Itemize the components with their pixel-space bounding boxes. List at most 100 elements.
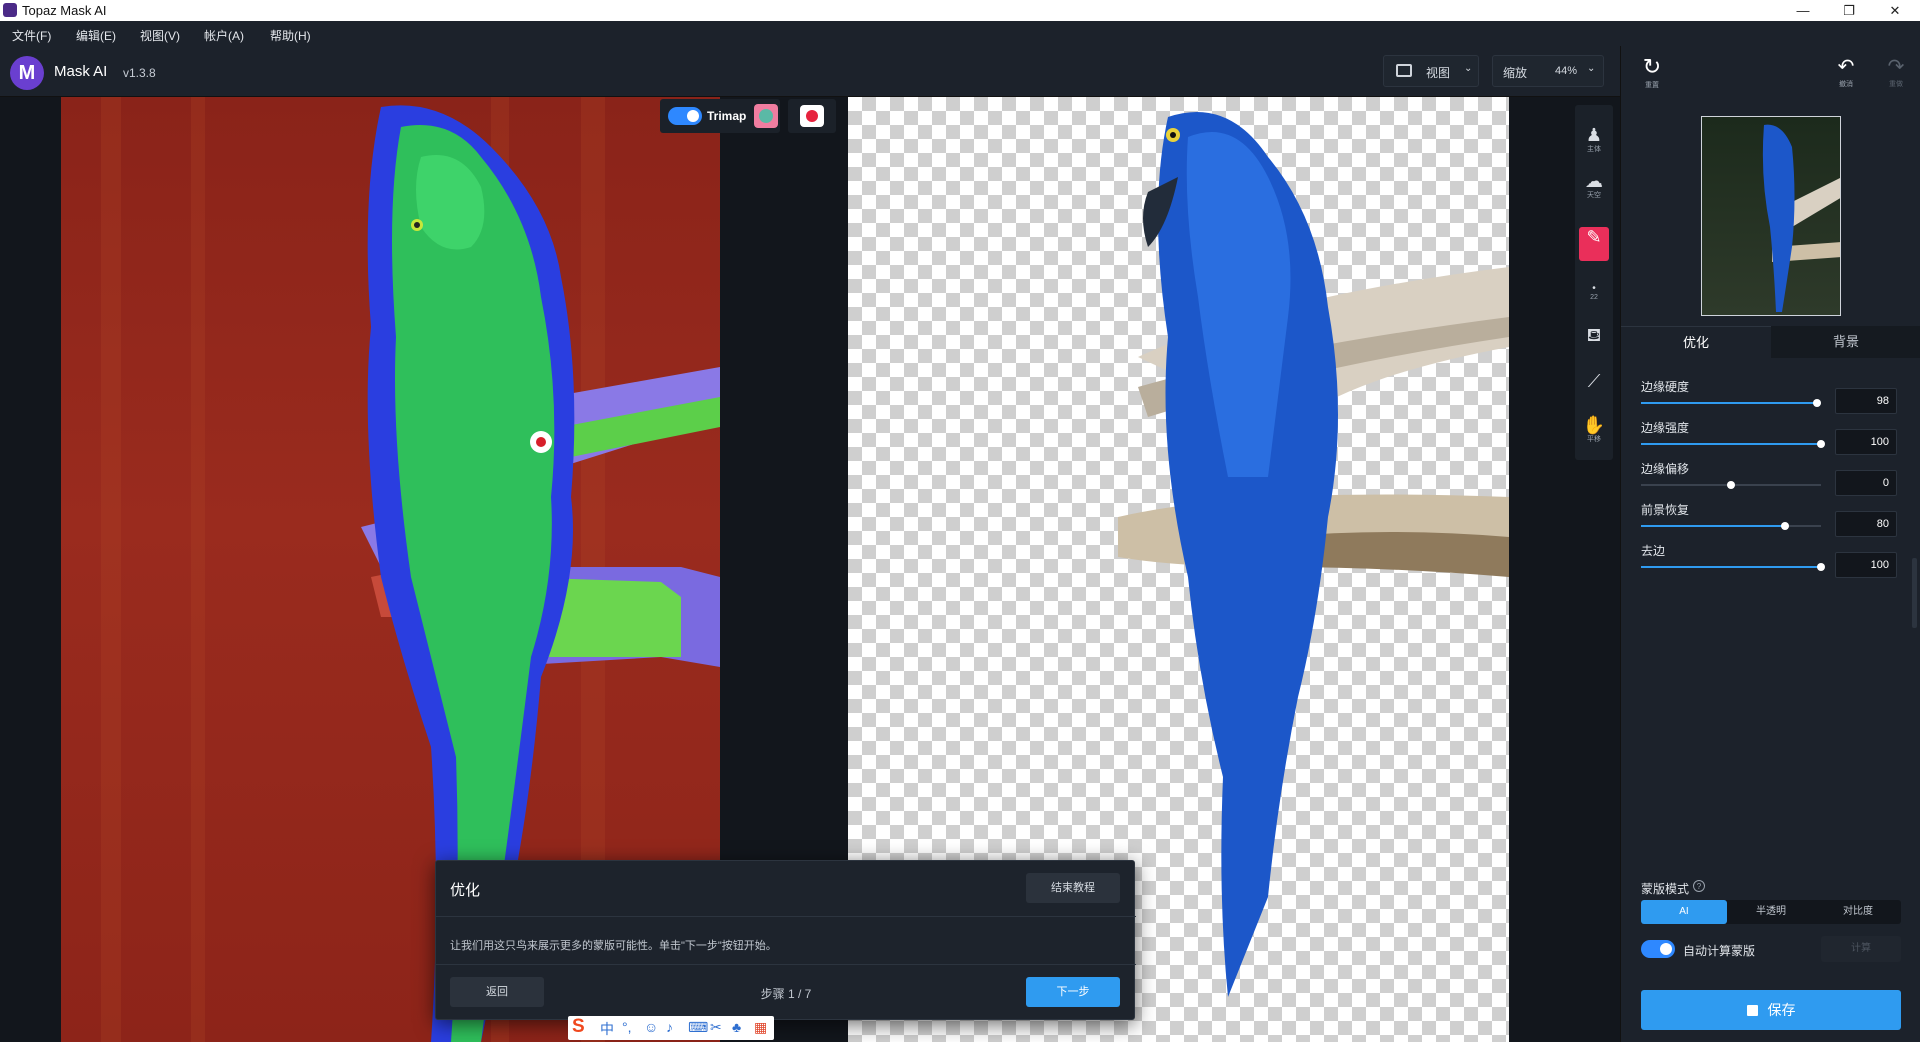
- slider-value-input[interactable]: 80: [1835, 511, 1897, 537]
- slider-value-input[interactable]: 98: [1835, 388, 1897, 414]
- zoom-value: 44%: [1555, 65, 1578, 77]
- minimize-button[interactable]: —: [1780, 1, 1826, 20]
- slider-fill: [1641, 402, 1818, 404]
- slider-knob[interactable]: [1781, 522, 1789, 530]
- slider-foreground-recovery[interactable]: 前景恢复 80: [1641, 501, 1911, 539]
- slider-fill: [1641, 484, 1731, 486]
- tutorial-divider: [436, 916, 1136, 917]
- eyedropper-icon: ⟋: [1587, 371, 1601, 391]
- next-button[interactable]: 下一步: [1026, 977, 1120, 1007]
- slider-track[interactable]: [1641, 522, 1821, 530]
- slider-defringe[interactable]: 去边 100: [1641, 542, 1911, 580]
- panel-tabs: 优化 背景: [1621, 326, 1920, 358]
- tool-sky[interactable]: ☁ 天空: [1579, 171, 1609, 209]
- slider-knob[interactable]: [1817, 563, 1825, 571]
- slider-fill: [1641, 525, 1785, 527]
- slider-value-input[interactable]: 100: [1835, 552, 1897, 578]
- pan-hand-icon: ✋: [1582, 415, 1606, 435]
- menu-edit[interactable]: 编辑(E): [76, 27, 116, 44]
- reset-button[interactable]: ↻ 重置: [1637, 54, 1667, 94]
- maximize-button[interactable]: ❐: [1826, 1, 1872, 20]
- save-button[interactable]: 保存: [1641, 990, 1901, 1030]
- slider-track[interactable]: [1641, 399, 1822, 407]
- menu-view[interactable]: 视图(V): [140, 27, 180, 44]
- view-dropdown[interactable]: 视图 ⌄: [1383, 55, 1479, 87]
- tool-eyedropper[interactable]: ⟋: [1579, 371, 1609, 409]
- trimap-label: Trimap: [707, 109, 747, 123]
- right-panel: ↻ 重置 ↶ 撤消 ↷ 重做 优化 背景 边缘硬度 98 边缘强度 100 边缘…: [1620, 46, 1920, 1042]
- slider-knob[interactable]: [1813, 399, 1822, 407]
- emoji-icon[interactable]: ☺: [644, 1019, 658, 1035]
- slider-fill: [1641, 443, 1821, 445]
- skin-icon[interactable]: ♣: [732, 1019, 741, 1035]
- punctuation-icon[interactable]: °,: [622, 1019, 632, 1035]
- slider-value-input[interactable]: 100: [1835, 429, 1897, 455]
- undo-button[interactable]: ↶ 撤消: [1831, 54, 1861, 94]
- menu-account[interactable]: 帐户(A): [204, 27, 244, 44]
- slider-track[interactable]: [1641, 563, 1825, 571]
- grid-icon[interactable]: ▦: [754, 1019, 767, 1036]
- thumbnail-parrot: [1762, 124, 1840, 312]
- brush-size-icon: •: [1592, 283, 1596, 294]
- slider-value-input[interactable]: 0: [1835, 470, 1897, 496]
- overlay-color-icon: [800, 105, 824, 127]
- mask-mode-translucent[interactable]: 半透明: [1728, 900, 1814, 924]
- mask-mode-contrast[interactable]: 对比度: [1815, 900, 1901, 924]
- navigator-thumbnail[interactable]: [1701, 116, 1841, 316]
- panel-scrollbar[interactable]: [1912, 558, 1917, 628]
- brush-icon: ✎: [1586, 227, 1602, 247]
- tool-icon[interactable]: ✂: [710, 1019, 722, 1036]
- app-version: v1.3.8: [123, 66, 156, 80]
- swatch-dot: [759, 109, 773, 123]
- save-icon: [1746, 1005, 1758, 1016]
- overlay-settings-button[interactable]: [788, 99, 836, 133]
- menu-help[interactable]: 帮助(H): [270, 27, 311, 44]
- end-tutorial-button[interactable]: 结束教程: [1026, 873, 1120, 903]
- mask-mode-section: 蒙版模式 ? AI 半透明 对比度 自动计算蒙版 计算: [1641, 880, 1901, 990]
- subject-icon: ♟: [1585, 125, 1603, 145]
- tool-subject-label: 主体: [1587, 146, 1601, 153]
- brush-size-value: 22: [1590, 294, 1598, 301]
- mask-mode-ai[interactable]: AI: [1641, 900, 1727, 924]
- auto-compute-label: 自动计算蒙版: [1683, 944, 1756, 958]
- auto-compute-toggle[interactable]: [1641, 940, 1675, 958]
- ime-toolbar: S 中 °, ☺ ♪ ⌨ ✂ ♣ ▦: [568, 1016, 774, 1040]
- compute-button[interactable]: 计算: [1821, 936, 1901, 962]
- view-label: 视图: [1426, 66, 1451, 80]
- slider-label: 去边: [1641, 544, 1666, 558]
- tool-strip: ♟ 主体 ☁ 天空 ✎ • 22 ⛾ ⟋ ✋ 平移: [1575, 105, 1613, 460]
- keyboard-icon[interactable]: ⌨: [688, 1019, 708, 1036]
- zoom-dropdown[interactable]: 缩放 44% ⌄: [1492, 55, 1604, 87]
- tool-subject[interactable]: ♟ 主体: [1579, 125, 1609, 163]
- sogou-logo-icon[interactable]: S: [572, 1016, 585, 1038]
- sky-icon: ☁: [1585, 171, 1603, 191]
- trimap-toggle[interactable]: [668, 107, 702, 125]
- app-name: Mask AI: [54, 63, 108, 80]
- trimap-color-swatch[interactable]: [754, 104, 778, 128]
- tool-fill[interactable]: ⛾: [1579, 325, 1609, 363]
- tool-pan[interactable]: ✋ 平移: [1579, 415, 1609, 453]
- tab-refine[interactable]: 优化: [1621, 326, 1771, 358]
- redo-button[interactable]: ↷ 重做: [1881, 54, 1911, 94]
- tab-background[interactable]: 背景: [1771, 326, 1920, 358]
- tool-brush-size[interactable]: • 22: [1579, 275, 1609, 315]
- voice-icon[interactable]: ♪: [666, 1019, 673, 1035]
- slider-edge-strength[interactable]: 边缘强度 100: [1641, 419, 1911, 457]
- redo-label: 重做: [1889, 81, 1903, 88]
- slider-track[interactable]: [1641, 440, 1825, 448]
- help-icon[interactable]: ?: [1693, 880, 1705, 892]
- slider-knob[interactable]: [1727, 481, 1735, 489]
- tool-brush[interactable]: ✎: [1579, 227, 1609, 261]
- close-button[interactable]: ✕: [1872, 1, 1918, 20]
- window-title: Topaz Mask AI: [22, 3, 107, 18]
- slider-edge-offset[interactable]: 边缘偏移 0: [1641, 460, 1911, 498]
- ime-mode[interactable]: 中: [600, 1019, 614, 1039]
- slider-fill: [1641, 566, 1821, 568]
- undo-label: 撤消: [1839, 81, 1853, 88]
- reset-label: 重置: [1645, 82, 1659, 89]
- slider-knob[interactable]: [1817, 440, 1825, 448]
- menu-file[interactable]: 文件(F): [12, 27, 51, 44]
- slider-edge-hardness[interactable]: 边缘硬度 98: [1641, 378, 1911, 416]
- tool-pan-label: 平移: [1587, 436, 1601, 443]
- slider-track[interactable]: [1641, 481, 1821, 489]
